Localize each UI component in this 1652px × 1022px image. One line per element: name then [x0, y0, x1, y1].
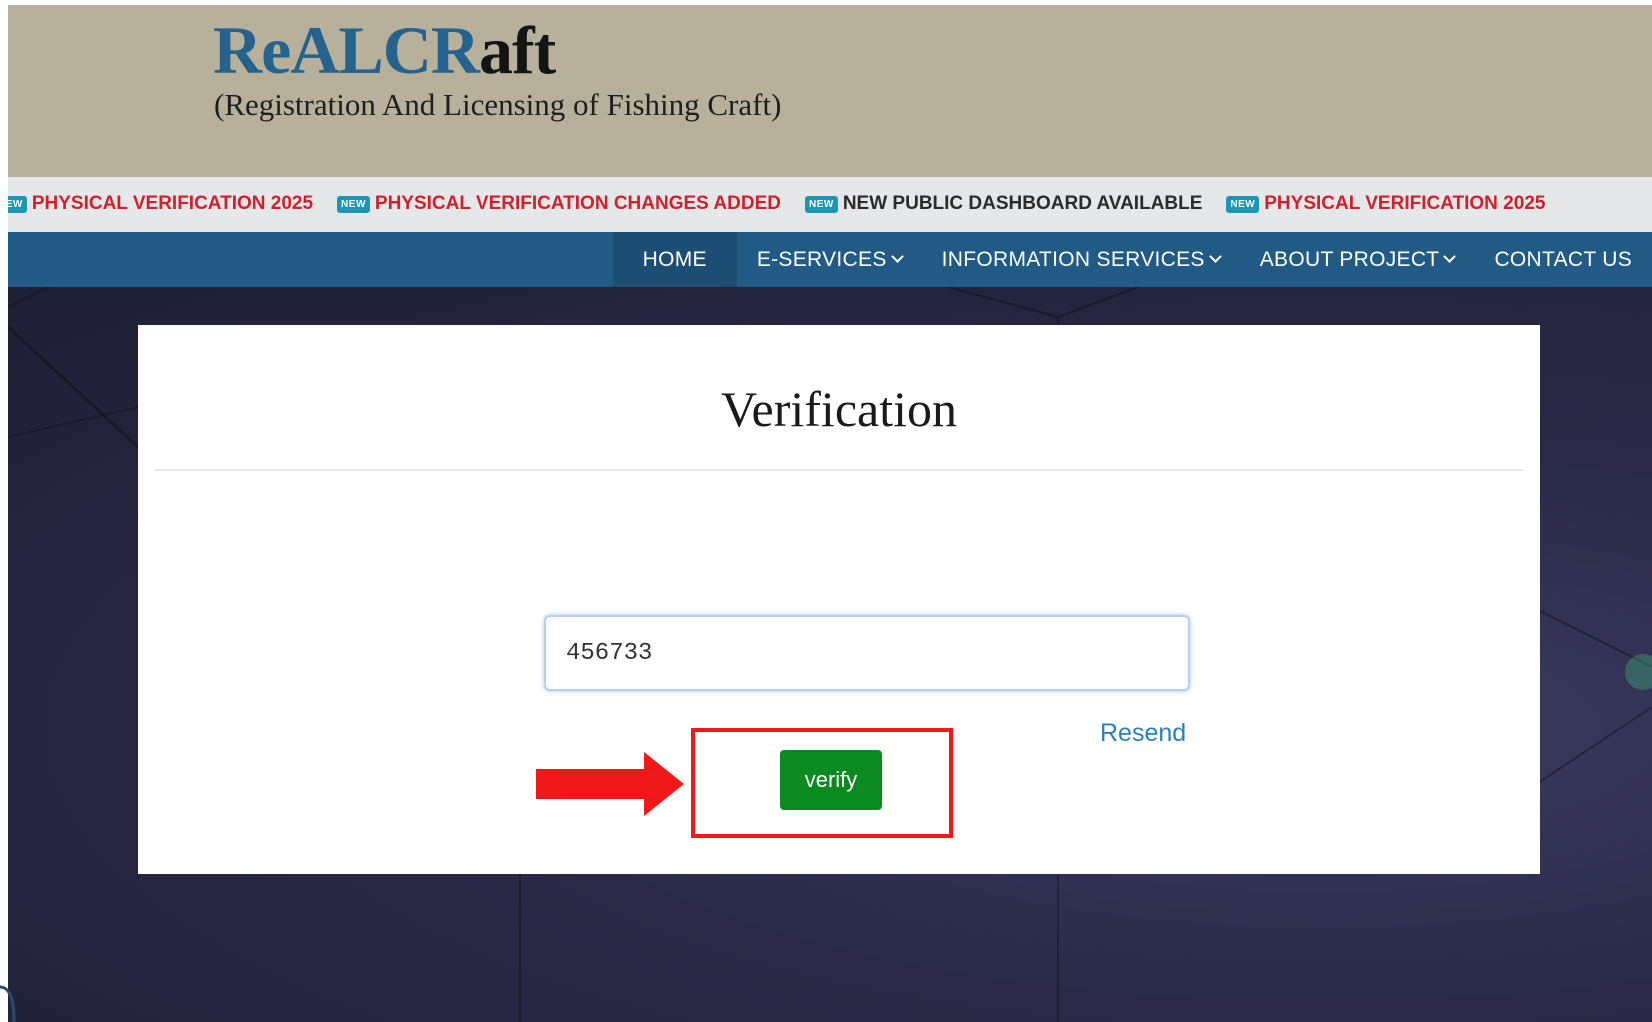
site-header: ReALCRaft (Registration And Licensing of… — [8, 5, 1652, 177]
ticker-item[interactable]: NEW NEW PUBLIC DASHBOARD AVAILABLE — [804, 193, 1203, 215]
ticker-item-text: PHYSICAL VERIFICATION CHANGES ADDED — [374, 193, 781, 214]
ticker-item-text: PHYSICAL VERIFICATION 2025 — [31, 193, 314, 214]
page-title: Verification — [720, 381, 957, 437]
site-logo[interactable]: ReALCRaft — [213, 12, 556, 88]
nav-item-information-services[interactable]: INFORMATION SERVICES — [922, 232, 1240, 287]
resend-link[interactable]: Resend — [1100, 719, 1186, 748]
corner-decoration — [0, 985, 16, 1022]
nav-item-contact-us[interactable]: CONTACT US — [1474, 232, 1652, 287]
chevron-down-icon — [890, 250, 904, 263]
ticker-item[interactable]: NEW PHYSICAL VERIFICATION 2025 — [1226, 193, 1545, 215]
title-divider — [154, 469, 1524, 471]
nav-item-about-project[interactable]: ABOUT PROJECT — [1240, 232, 1475, 287]
ticker-item-text: PHYSICAL VERIFICATION 2025 — [1264, 193, 1546, 214]
verify-button[interactable]: verify — [780, 750, 882, 810]
chevron-down-icon — [1208, 250, 1222, 263]
logo-text-dark: aft — [478, 12, 556, 88]
ticker-item[interactable]: NEW PHYSICAL VERIFICATION CHANGES ADDED — [337, 193, 781, 215]
new-badge-icon: NEW — [804, 195, 838, 213]
page-frame: ReALCRaft (Registration And Licensing of… — [8, 5, 1652, 1022]
nav-item-home[interactable]: HOME — [612, 232, 737, 287]
new-badge-icon: NEW — [337, 195, 370, 213]
logo-text-blue: ReALCR — [213, 12, 480, 88]
news-ticker: NEW PHYSICAL VERIFICATION 2025 NEW PHYSI… — [8, 177, 1652, 232]
nav-item-label: HOME — [642, 247, 707, 271]
nav-items: HOME E-SERVICES INFORMATION SERVICES ABO… — [612, 232, 1652, 287]
chevron-down-icon — [1443, 250, 1457, 263]
nav-item-label: ABOUT PROJECT — [1259, 247, 1440, 271]
nav-item-e-services[interactable]: E-SERVICES — [737, 232, 922, 287]
main-nav: HOME E-SERVICES INFORMATION SERVICES ABO… — [8, 232, 1652, 287]
otp-input[interactable] — [544, 615, 1190, 691]
nav-item-label: CONTACT US — [1494, 247, 1632, 271]
pointer-arrow-icon — [536, 752, 684, 816]
ticker-item[interactable]: NEW PHYSICAL VERIFICATION 2025 — [8, 193, 313, 215]
nav-item-label: E-SERVICES — [756, 247, 887, 271]
new-badge-icon: NEW — [8, 195, 27, 213]
site-tagline: (Registration And Licensing of Fishing C… — [214, 87, 782, 122]
new-badge-icon: NEW — [1226, 195, 1260, 213]
ticker-track: NEW PHYSICAL VERIFICATION 2025 NEW PHYSI… — [8, 193, 1569, 215]
ticker-item-text: NEW PUBLIC DASHBOARD AVAILABLE — [842, 193, 1203, 214]
nav-item-label: INFORMATION SERVICES — [941, 247, 1205, 271]
